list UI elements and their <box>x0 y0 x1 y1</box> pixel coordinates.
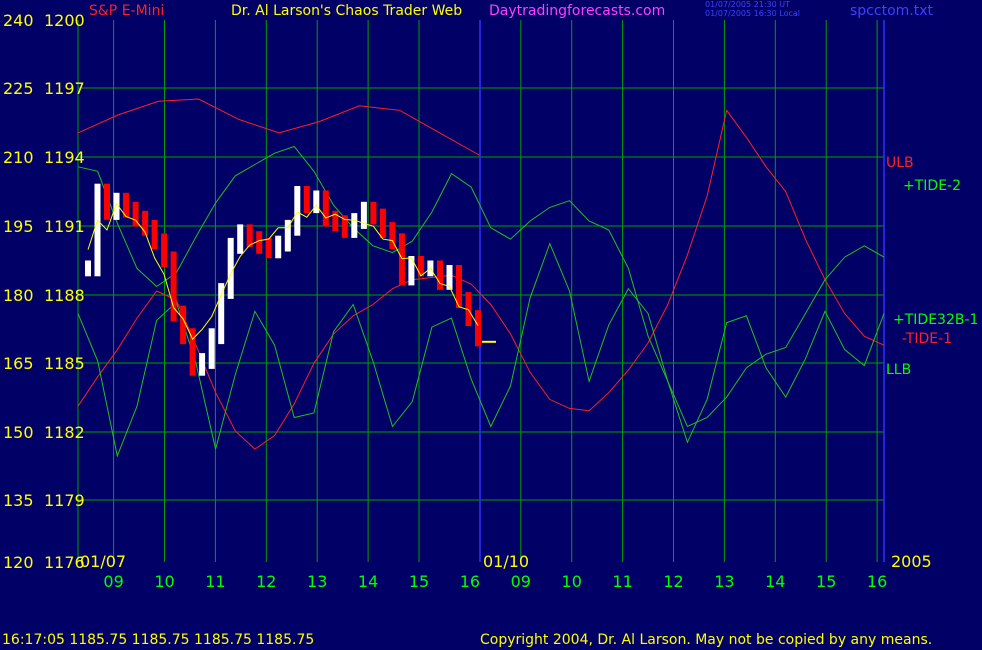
timestamp-local: 01/07/2005 16:30 Local <box>705 9 800 18</box>
x-tick-label-6: 15 <box>409 572 429 591</box>
series-label-tide32b-1: +TIDE32B-1 <box>893 312 978 328</box>
price-bar-20 <box>275 235 282 259</box>
series-label-llb: LLB <box>886 362 911 378</box>
series-label-tide-minus-1: -TIDE-1 <box>902 331 952 347</box>
x-tick-label-7: 16 <box>460 572 480 591</box>
price-bar-10 <box>180 305 187 345</box>
price-tick-label-7: 1179 <box>44 491 85 510</box>
price-bar-1 <box>94 183 101 277</box>
x-tick-label-3: 12 <box>256 572 276 591</box>
price-tick-label-0: 1200 <box>44 11 85 30</box>
price-bar-14 <box>218 283 225 345</box>
chart-plot: 240 225 210 195 180 165 150 135 120 1200 1197 1194 1… <box>0 0 982 650</box>
price-tick-label-8: 1176 <box>44 553 85 572</box>
x-tick-label-1: 10 <box>154 572 174 591</box>
price-bar-25 <box>322 190 329 227</box>
date-label-start: 01/07 <box>80 552 126 571</box>
price-bar-23 <box>303 186 310 214</box>
price-bar-2 <box>104 183 110 220</box>
price-bar-22 <box>294 186 301 236</box>
chart-title: Dr. Al Larson's Chaos Trader Web <box>231 3 463 19</box>
price-tick-label-4: 1188 <box>44 286 85 305</box>
x-tick-label-11: 12 <box>663 572 683 591</box>
price-bar-28 <box>351 213 358 238</box>
price-bar-34 <box>408 256 415 286</box>
site-link[interactable]: Daytradingforecasts.com <box>489 3 665 19</box>
y-tick-label-7: 135 <box>3 491 34 510</box>
price-tick-label-1: 1197 <box>44 79 85 98</box>
series-label-tide-plus-2: +TIDE-2 <box>903 178 961 194</box>
series-label-ulb: ULB <box>886 155 914 171</box>
y-tick-label-0: 240 <box>3 11 34 30</box>
price-bar-29 <box>360 201 367 229</box>
x-tick-label-9: 10 <box>562 572 582 591</box>
x-tick-label-14: 15 <box>816 572 836 591</box>
price-bar-15 <box>227 237 234 299</box>
data-file-name: spcctom.txt <box>850 3 933 19</box>
x-tick-label-15: 16 <box>867 572 887 591</box>
price-bar-9 <box>170 251 177 322</box>
price-bar-8 <box>161 233 168 268</box>
x-tick-label-8: 09 <box>511 572 531 591</box>
price-bar-12 <box>199 353 206 376</box>
price-bar-19 <box>265 237 272 259</box>
y-tick-label-6: 150 <box>3 423 34 442</box>
y-tick-label-5: 165 <box>3 354 34 373</box>
price-tick-label-6: 1182 <box>44 423 85 442</box>
price-bar-35 <box>417 256 424 277</box>
price-bar-33 <box>398 233 405 286</box>
quote-line: 16:17:05 1185.75 1185.75 1185.75 1185.75 <box>2 632 315 648</box>
y-tick-label-2: 210 <box>3 148 34 167</box>
price-bar-24 <box>313 190 320 214</box>
price-bar-7 <box>151 219 158 250</box>
price-tick-label-2: 1194 <box>44 148 85 167</box>
price-bar-37 <box>437 260 443 290</box>
y-tick-label-1: 225 <box>3 79 34 98</box>
x-tick-label-5: 14 <box>358 572 378 591</box>
copyright-notice: Copyright 2004, Dr. Al Larson. May not b… <box>480 632 933 648</box>
price-tick-label-5: 1185 <box>44 354 85 373</box>
price-bar-18 <box>256 231 263 254</box>
price-bar-41 <box>475 310 481 347</box>
year-label: 2005 <box>891 552 932 571</box>
x-tick-label-10: 11 <box>612 572 632 591</box>
date-label-next: 01/10 <box>483 552 529 571</box>
timestamp-ut: 01/07/2005 21:30 UT <box>705 0 790 9</box>
price-bar-16 <box>237 224 244 254</box>
x-tick-label-2: 11 <box>205 572 225 591</box>
y-tick-label-4: 180 <box>3 286 34 305</box>
symbol-label: S&P E-Mini <box>89 3 165 19</box>
price-bar-0 <box>85 260 91 277</box>
price-bar-30 <box>370 201 377 225</box>
price-tick-label-3: 1191 <box>44 217 85 236</box>
x-tick-label-12: 13 <box>714 572 734 591</box>
y-tick-label-8: 120 <box>3 553 34 572</box>
x-tick-label-4: 13 <box>307 572 327 591</box>
y-tick-label-3: 195 <box>3 217 34 236</box>
x-tick-label-0: 09 <box>103 572 123 591</box>
x-tick-label-13: 14 <box>765 572 785 591</box>
price-bar-31 <box>379 208 386 238</box>
price-bar-13 <box>208 328 215 369</box>
